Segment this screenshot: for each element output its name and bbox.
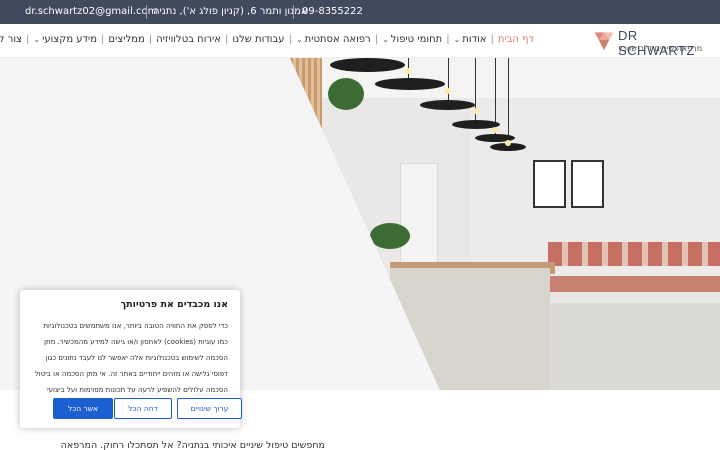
nav-item-treatments[interactable]: תחומי טיפול ⌄: [379, 34, 445, 45]
photo-plant: [328, 78, 364, 110]
cookie-settings-button[interactable]: ערוך שינויים: [177, 398, 242, 419]
photo-pendant-lamp: [420, 100, 475, 110]
tooth-diamond-logo-icon: [593, 31, 615, 52]
logo-subtitle: מרפאת שיניים ד"ר שוורץ: [618, 44, 703, 53]
chevron-down-icon: ⌄: [453, 35, 461, 44]
nav-label: צור קשר: [0, 34, 22, 45]
nav-label: אירוח בטלוויזיה: [156, 34, 221, 45]
photo-bulb: [505, 140, 511, 146]
top-info-bar: dr.schwartz02@gmail.com אמנון ותמר 6, (ק…: [0, 0, 720, 24]
divider: [146, 5, 147, 19]
nav-label: תחומי טיפול: [390, 34, 443, 45]
address-text: אמנון ותמר 6, (קניון פולג א'), נתניה: [153, 6, 308, 17]
photo-lamp-cord: [508, 58, 509, 144]
site-header: DR SCHWARTZ מרפאת שיניים ד"ר שוורץ דף הב…: [0, 24, 720, 58]
nav-item-about[interactable]: אודות ⌄: [451, 34, 490, 45]
nav-label: מידע מקצועי: [42, 34, 98, 45]
photo-door: [400, 163, 438, 273]
nav-label: רפואה אסתטית: [304, 34, 371, 45]
logo-name: DR SCHWARTZ: [618, 28, 695, 58]
cookie-accept-button[interactable]: אשר הכל: [53, 398, 113, 419]
intro-paragraph: מחפשים טיפול שיניים איכותי בנתניה? אל תס…: [60, 440, 325, 450]
nav-label: ממליצים: [108, 34, 145, 45]
chevron-down-icon: ⌄: [382, 35, 389, 44]
photo-bulb: [445, 88, 451, 94]
main-nav: דף הבית | אודות ⌄ | תחומי טיפול ⌄ | רפואה …: [0, 34, 537, 45]
photo-pendant-lamp: [330, 58, 405, 72]
photo-frame: [571, 160, 604, 208]
cookie-reject-button[interactable]: דחה הכל: [114, 398, 172, 419]
cookie-consent-banner: אנו מכבדים את פרטיותך כדי לספק את החוויה…: [20, 290, 242, 428]
chevron-down-icon: ⌄: [295, 35, 303, 44]
photo-bulb: [492, 127, 498, 133]
nav-item-professional-info[interactable]: מידע מקצועי ⌄: [30, 34, 100, 45]
photo-bench: [548, 276, 720, 292]
photo-bulb: [405, 68, 411, 74]
photo-pendant-lamp: [375, 78, 445, 90]
photo-cushions: [548, 242, 720, 266]
email-link[interactable]: dr.schwartz02@gmail.com: [25, 6, 157, 17]
nav-item-tv[interactable]: אירוח בטלוויזיה: [153, 34, 224, 45]
phone-link[interactable]: 09-8355222: [302, 6, 363, 17]
nav-item-testimonials[interactable]: ממליצים: [105, 34, 147, 45]
nav-item-our-work[interactable]: עבודות שלנו: [229, 34, 287, 45]
chevron-down-icon: ⌄: [33, 35, 41, 44]
nav-item-home[interactable]: דף הבית: [495, 34, 537, 45]
photo-plant: [370, 223, 410, 249]
photo-frame: [533, 160, 566, 208]
nav-label: אודות: [462, 34, 487, 45]
cookie-title: אנו מכבדים את פרטיותך: [120, 299, 228, 310]
photo-bulb: [473, 108, 479, 114]
logo[interactable]: DR SCHWARTZ מרפאת שיניים ד"ר שוורץ: [592, 28, 710, 58]
nav-label: עבודות שלנו: [232, 34, 285, 45]
nav-item-contact[interactable]: צור קשר: [0, 34, 25, 45]
nav-item-aesthetic[interactable]: רפואה אסתטית ⌄: [293, 34, 374, 45]
nav-label: דף הבית: [497, 34, 534, 45]
divider: [293, 5, 294, 19]
